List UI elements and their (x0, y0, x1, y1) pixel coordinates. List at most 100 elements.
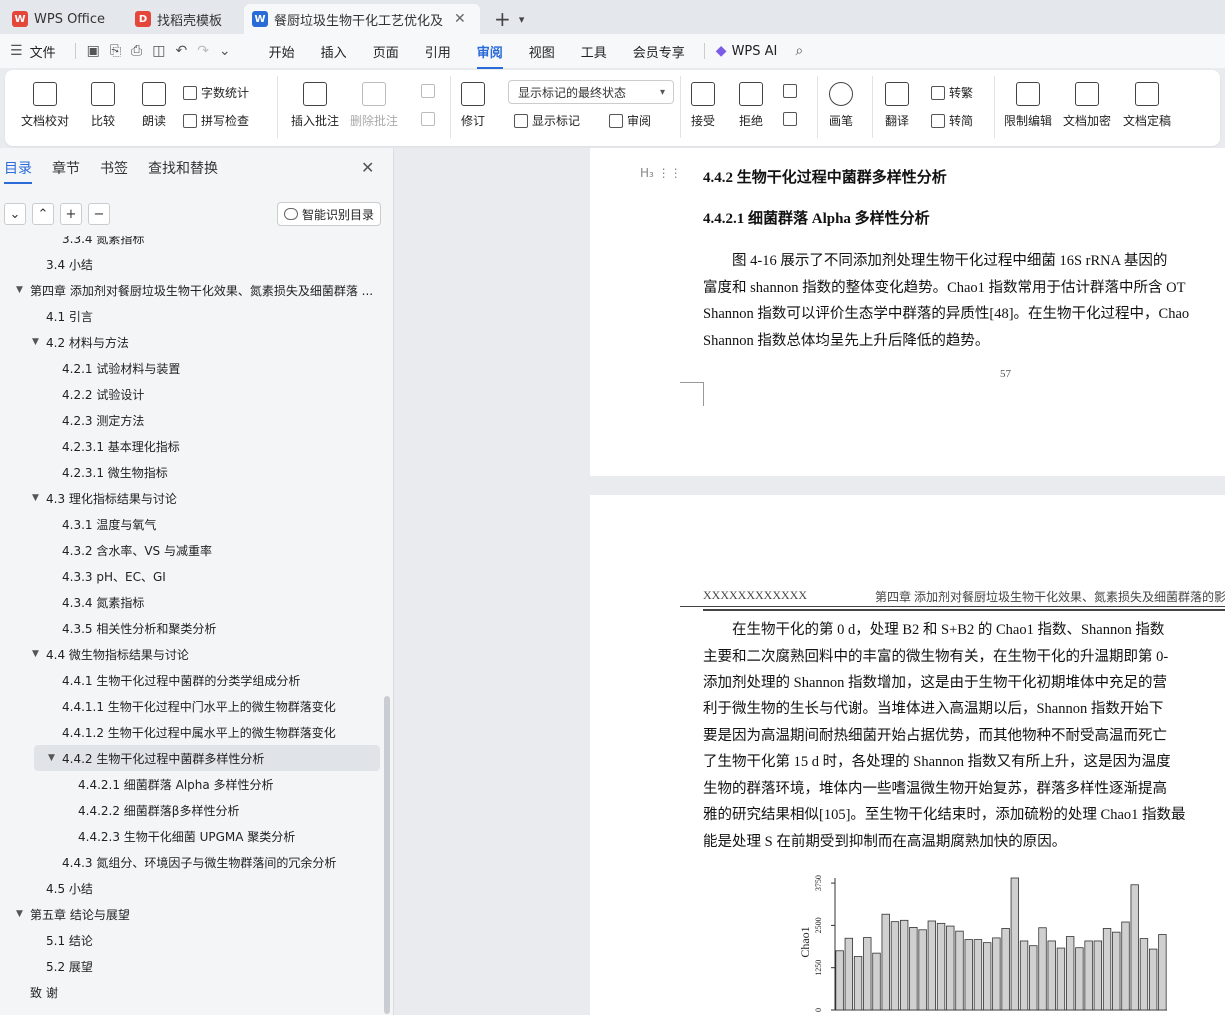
toc-item[interactable]: 3.4 小结 (0, 251, 384, 277)
toc-item[interactable]: 4.4.1 生物干化过程中菌群的分类学组成分析 (0, 667, 384, 693)
track-changes-button[interactable]: 修订 (461, 82, 485, 129)
toc-item-label: 4.4.2 生物干化过程中菌群多样性分析 (62, 751, 265, 766)
menu-home[interactable]: 开始 (256, 42, 308, 61)
tab-chapters[interactable]: 章节 (52, 158, 80, 178)
toc-item[interactable]: 4.2.1 试验材料与装置 (0, 355, 384, 381)
expand-arrow-icon[interactable]: ▼ (32, 493, 39, 503)
compare-button[interactable]: 比较 (91, 82, 115, 129)
search-icon[interactable]: ⌕ (795, 43, 803, 59)
toc-item[interactable]: 4.4.1.2 生物干化过程中属水平上的微生物群落变化 (0, 719, 384, 745)
save-icon[interactable]: ▣ (87, 43, 100, 59)
word-count-button[interactable]: 字数统计 (183, 84, 249, 101)
menu-tools[interactable]: 工具 (568, 42, 620, 61)
remove-icon[interactable]: − (88, 203, 110, 225)
menu-review[interactable]: 审阅 (464, 42, 516, 69)
to-traditional-button[interactable]: 转繁 (931, 84, 973, 101)
restrict-edit-button[interactable]: 限制编辑 (1004, 82, 1052, 129)
new-tab-icon[interactable]: + (494, 4, 511, 34)
tab-wps-office[interactable]: W WPS Office (4, 4, 113, 34)
translate-button[interactable]: 翻译 (885, 82, 909, 129)
toc-item[interactable]: 4.4.3 氮组分、环境因子与微生物群落间的冗余分析 (0, 849, 384, 875)
to-simplified-button[interactable]: 转简 (931, 112, 973, 129)
toc-item[interactable]: 4.4.2.1 细菌群落 Alpha 多样性分析 (0, 771, 384, 797)
expand-arrow-icon[interactable]: ▼ (48, 753, 55, 763)
toc-item[interactable]: ▼ 4.2 材料与方法 (0, 329, 384, 355)
undo-icon[interactable]: ↶ (175, 43, 187, 59)
expand-arrow-icon[interactable]: ▼ (16, 909, 23, 919)
menu-wps-ai[interactable]: WPS AI (732, 44, 791, 59)
read-aloud-button[interactable]: 朗读 (142, 82, 166, 129)
delete-comment-button[interactable]: 删除批注 (350, 82, 398, 129)
insert-comment-button[interactable]: 插入批注 (291, 82, 339, 129)
expand-arrow-icon[interactable]: ▼ (16, 285, 23, 295)
toc-item[interactable]: 4.3.2 含水率、VS 与减重率 (0, 537, 384, 563)
tab-docer[interactable]: D 找稻壳模板 (127, 4, 230, 34)
tab-find-replace[interactable]: 查找和替换 (148, 158, 218, 178)
tab-toc[interactable]: 目录 (4, 158, 32, 184)
doc-proof-button[interactable]: 文档校对 (21, 82, 69, 129)
next-comment-button[interactable] (421, 112, 439, 126)
toc-item[interactable]: 4.3.5 相关性分析和聚类分析 (0, 615, 384, 641)
more-chevron-icon[interactable]: ⌄ (219, 43, 231, 59)
menu-page[interactable]: 页面 (360, 42, 412, 61)
menu-view[interactable]: 视图 (516, 42, 568, 61)
finalize-button[interactable]: 文档定稿 (1123, 82, 1171, 129)
pen-button[interactable]: 画笔 (829, 82, 853, 129)
markup-state-select[interactable]: 显示标记的最终状态 ▾ (508, 80, 674, 104)
prev-change-button[interactable] (783, 84, 801, 98)
add-icon[interactable]: + (60, 203, 82, 225)
reject-button[interactable]: 拒绝 (739, 82, 763, 129)
toc-item[interactable]: 4.2.2 试验设计 (0, 381, 384, 407)
hamburger-icon[interactable]: ☰ (10, 43, 23, 59)
encrypt-button[interactable]: 文档加密 (1063, 82, 1111, 129)
review-pane-button[interactable]: 审阅 (609, 112, 651, 129)
menu-member[interactable]: 会员专享 (620, 42, 698, 61)
toc-item[interactable]: 4.2.3 测定方法 (0, 407, 384, 433)
toc-item[interactable]: 4.4.1.1 生物干化过程中门水平上的微生物群落变化 (0, 693, 384, 719)
prev-comment-button[interactable] (421, 84, 439, 98)
close-icon[interactable]: ✕ (361, 158, 374, 177)
menu-insert[interactable]: 插入 (308, 42, 360, 61)
menu-reference[interactable]: 引用 (412, 42, 464, 61)
toc-item[interactable]: 4.5 小结 (0, 875, 384, 901)
toc-item[interactable]: 4.4.2.3 生物干化细菌 UPGMA 聚类分析 (0, 823, 384, 849)
expand-arrow-icon[interactable]: ▼ (32, 337, 39, 347)
show-markup-button[interactable]: 显示标记 (514, 112, 580, 129)
toc-item[interactable]: 4.3.4 氮素指标 (0, 589, 384, 615)
smart-toc-button[interactable]: 智能识别目录 (277, 202, 382, 226)
review-pane-icon (609, 113, 623, 128)
expand-arrow-icon[interactable]: ▼ (32, 649, 39, 659)
toc-item[interactable]: 5.2 展望 (0, 953, 384, 979)
toc-item[interactable]: 4.3.3 pH、EC、GI (0, 563, 384, 589)
toc-item[interactable]: ▼ 4.3 理化指标结果与讨论 (0, 485, 384, 511)
translate-icon (885, 82, 909, 106)
menu-file[interactable]: 文件 (28, 42, 69, 61)
toc-item[interactable]: 4.2.3.1 基本理化指标 (0, 433, 384, 459)
toc-item[interactable]: 4.2.3.1 微生物指标 (0, 459, 384, 485)
toc-item[interactable]: ▼ 第五章 结论与展望 (0, 901, 384, 927)
toc-item[interactable]: 致 谢 (0, 979, 384, 1005)
preview-icon[interactable]: ◫ (152, 43, 165, 59)
toc-scrollbar[interactable] (384, 696, 390, 1014)
tab-bookmarks[interactable]: 书签 (100, 158, 128, 178)
share-icon[interactable]: ⎘ (110, 43, 121, 59)
next-change-button[interactable] (783, 112, 801, 126)
close-icon[interactable]: ✕ (454, 11, 466, 27)
toc-item[interactable]: ▼ 第四章 添加剂对餐厨垃圾生物干化效果、氮素损失及细菌群落 ... (0, 277, 384, 303)
toc-item[interactable]: ▼ 4.4 微生物指标结果与讨论 (0, 641, 384, 667)
toc-item[interactable]: 4.3.1 温度与氧气 (0, 511, 384, 537)
accept-button[interactable]: 接受 (691, 82, 715, 129)
print-icon[interactable]: ⎙ (131, 43, 142, 59)
toc-item[interactable]: 4.1 引言 (0, 303, 384, 329)
chevron-down-icon[interactable]: ▾ (519, 4, 525, 34)
toc-item[interactable]: ▼ 4.4.2 生物干化过程中菌群多样性分析 (34, 745, 380, 771)
tab-document[interactable]: W 餐厨垃圾生物干化工艺优化及 ✕ (244, 4, 481, 34)
toc-item[interactable]: 5.1 结论 (0, 927, 384, 953)
redo-icon[interactable]: ↷ (197, 43, 209, 59)
toc-item[interactable]: 3.3.4 氮素指标 (0, 236, 384, 251)
spell-check-button[interactable]: 拼写检查 (183, 112, 249, 129)
toc-item[interactable]: 4.4.2.2 细菌群落β多样性分析 (0, 797, 384, 823)
heading-marker-icon[interactable]: H₃ ⋮⋮ (640, 166, 682, 180)
collapse-up-icon[interactable]: ⌃ (32, 203, 54, 225)
expand-down-icon[interactable]: ⌄ (4, 203, 26, 225)
